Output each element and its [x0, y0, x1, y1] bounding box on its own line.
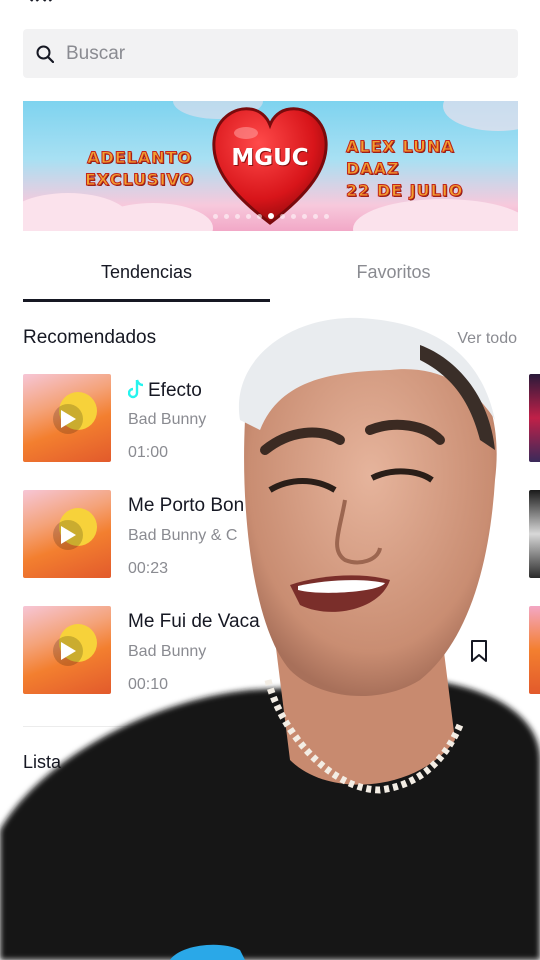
search-bar[interactable]: [23, 29, 518, 78]
track-title: Efecto: [127, 379, 202, 402]
tab-indicator: [23, 299, 270, 302]
next-page-thumb[interactable]: [529, 490, 540, 578]
section-divider: [23, 726, 518, 727]
tab-favoritos[interactable]: Favoritos: [270, 248, 517, 296]
track-title: Me Fui de Vaca: [128, 611, 260, 632]
play-icon[interactable]: [53, 636, 83, 666]
track-duration: 00:10: [128, 676, 169, 693]
album-cover[interactable]: [23, 374, 111, 462]
carousel-dots[interactable]: [23, 213, 518, 219]
track-artist: Bad Bunny & C: [128, 527, 238, 544]
bookmark-icon[interactable]: [469, 639, 489, 663]
play-icon[interactable]: [53, 520, 83, 550]
bookmark-icon[interactable]: [469, 407, 489, 431]
album-cover[interactable]: [23, 490, 111, 578]
track-artist: Bad Bunny: [128, 643, 207, 660]
play-icon[interactable]: [53, 404, 83, 434]
track-artist: Bad Bunny: [128, 411, 207, 428]
banner-center-text: MGUC: [231, 145, 309, 171]
album-cover[interactable]: [23, 606, 111, 694]
banner-left-text: ADELANTO EXCLUSIVO: [84, 148, 195, 190]
track-duration: 01:00: [128, 444, 169, 461]
section-title: Recomendados: [23, 327, 157, 348]
see-all-link[interactable]: Ver todo: [457, 330, 517, 348]
track-title: Me Porto Bon: [128, 495, 245, 516]
track-duration: 00:23: [128, 560, 169, 577]
search-icon: [36, 45, 54, 63]
next-page-thumb[interactable]: [529, 374, 540, 462]
banner-right-text: ALEX LUNA DAAZ 22 DE JULIO: [345, 137, 464, 201]
search-input[interactable]: [64, 41, 488, 66]
promo-banner[interactable]: ADELANTO EXCLUSIVO MGUC ALEX LUNA DAAZ 2…: [23, 101, 518, 231]
close-icon[interactable]: [28, 0, 54, 4]
tab-tendencias[interactable]: Tendencias: [23, 248, 270, 296]
track-row[interactable]: Me Fui de Vaca Bad Bunny 00:10: [23, 606, 523, 696]
list-section-title: Lista: [23, 752, 62, 772]
track-row[interactable]: Me Porto Bon Bad Bunny & C 00:23: [23, 490, 523, 580]
next-page-thumb[interactable]: [529, 606, 540, 694]
tiktok-original-icon: [127, 379, 144, 399]
tab-bar: Tendencias Favoritos: [23, 248, 518, 302]
track-row[interactable]: Efecto Bad Bunny 01:00: [23, 374, 523, 464]
